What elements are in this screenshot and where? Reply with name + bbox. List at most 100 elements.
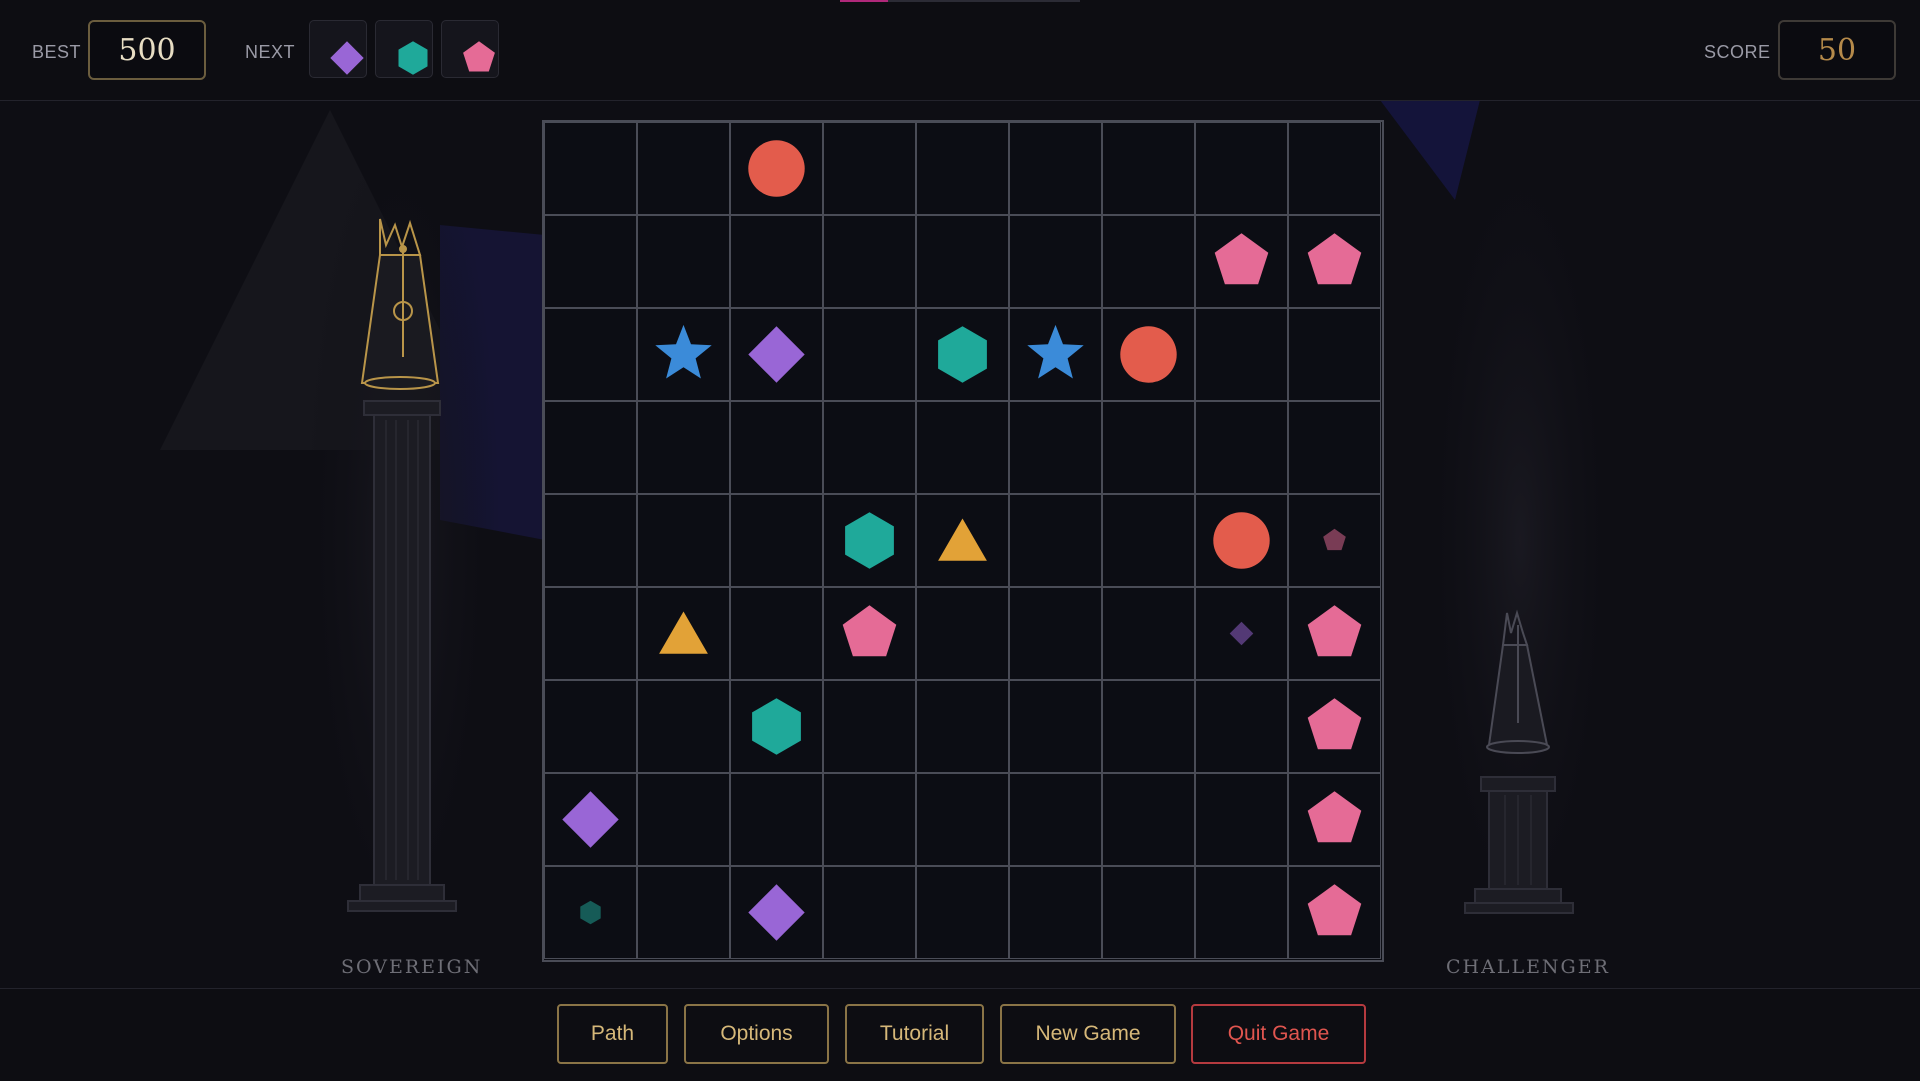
board-cell[interactable] <box>1009 587 1102 680</box>
board-cell[interactable] <box>1288 866 1381 959</box>
options-button[interactable]: Options <box>684 1004 829 1064</box>
board-cell[interactable] <box>1195 401 1288 494</box>
board-cell[interactable] <box>1288 680 1381 773</box>
board-cell[interactable] <box>1288 122 1381 215</box>
board-cell[interactable] <box>1102 122 1195 215</box>
board-cell[interactable] <box>1009 494 1102 587</box>
board-cell[interactable] <box>916 587 1009 680</box>
board-cell[interactable] <box>1009 401 1102 494</box>
board-cell[interactable] <box>1009 866 1102 959</box>
board-cell[interactable] <box>1102 215 1195 308</box>
score-box: 50 <box>1778 20 1896 80</box>
challenger-statue <box>1464 609 1574 914</box>
board-cell[interactable] <box>730 215 823 308</box>
board-cell[interactable] <box>730 587 823 680</box>
board-cell[interactable] <box>637 122 730 215</box>
top-bar: BEST 500 NEXT SCORE 50 <box>0 0 1920 101</box>
board-cell[interactable] <box>916 308 1009 401</box>
board-cell[interactable] <box>637 587 730 680</box>
board-cell[interactable] <box>1195 308 1288 401</box>
board-cell[interactable] <box>1288 401 1381 494</box>
board-cell[interactable] <box>1288 773 1381 866</box>
board-cell[interactable] <box>544 680 637 773</box>
board-cell[interactable] <box>1195 122 1288 215</box>
board-cell[interactable] <box>1102 308 1195 401</box>
board-cell[interactable] <box>823 401 916 494</box>
board-cell[interactable] <box>916 680 1009 773</box>
board-cell[interactable] <box>730 494 823 587</box>
board-cell[interactable] <box>1195 773 1288 866</box>
board-cell[interactable] <box>730 773 823 866</box>
board-cell[interactable] <box>1102 773 1195 866</box>
board-cell[interactable] <box>730 122 823 215</box>
board-cell[interactable] <box>916 494 1009 587</box>
board-cell[interactable] <box>1195 866 1288 959</box>
board-cell[interactable] <box>823 680 916 773</box>
board-cell[interactable] <box>730 401 823 494</box>
board-cell[interactable] <box>1102 866 1195 959</box>
board-cell[interactable] <box>1288 494 1381 587</box>
board-cell[interactable] <box>916 122 1009 215</box>
board-cell[interactable] <box>544 494 637 587</box>
board-cell[interactable] <box>1009 215 1102 308</box>
board-cell[interactable] <box>544 587 637 680</box>
score-label: SCORE <box>1704 42 1771 62</box>
board-cell[interactable] <box>916 866 1009 959</box>
tutorial-button[interactable]: Tutorial <box>845 1004 984 1064</box>
best-label: BEST <box>32 42 82 62</box>
quit-game-button[interactable]: Quit Game <box>1191 1004 1366 1064</box>
board-cell[interactable] <box>730 308 823 401</box>
next-piece-3 <box>441 20 499 78</box>
board-cell[interactable] <box>823 215 916 308</box>
new-game-button[interactable]: New Game <box>1000 1004 1176 1064</box>
best-score-box: 500 <box>88 20 206 80</box>
board-cell[interactable] <box>637 494 730 587</box>
board-cell[interactable] <box>730 866 823 959</box>
path-button[interactable]: Path <box>557 1004 668 1064</box>
board-cell[interactable] <box>823 122 916 215</box>
board-cell[interactable] <box>1288 215 1381 308</box>
board-cell[interactable] <box>544 122 637 215</box>
next-piece-1 <box>309 20 367 78</box>
board-cell[interactable] <box>637 866 730 959</box>
board-cell[interactable] <box>544 401 637 494</box>
game-board <box>542 120 1384 962</box>
board-cell[interactable] <box>1288 587 1381 680</box>
board-cell[interactable] <box>916 215 1009 308</box>
board-cell[interactable] <box>1195 680 1288 773</box>
board-cell[interactable] <box>544 308 637 401</box>
board-cell[interactable] <box>823 773 916 866</box>
board-cell[interactable] <box>544 866 637 959</box>
board-cell[interactable] <box>544 773 637 866</box>
board-cell[interactable] <box>1195 587 1288 680</box>
board-cell[interactable] <box>823 587 916 680</box>
board-cell[interactable] <box>1009 308 1102 401</box>
board-cell[interactable] <box>823 494 916 587</box>
next-piece-2 <box>375 20 433 78</box>
board-cell[interactable] <box>730 680 823 773</box>
board-cell[interactable] <box>1102 494 1195 587</box>
top-accent-highlight <box>840 0 888 2</box>
board-cell[interactable] <box>637 773 730 866</box>
board-cell[interactable] <box>1195 494 1288 587</box>
board-cell[interactable] <box>823 308 916 401</box>
board-cell[interactable] <box>916 773 1009 866</box>
board-cell[interactable] <box>1195 215 1288 308</box>
board-cell[interactable] <box>1102 401 1195 494</box>
board-cell[interactable] <box>637 215 730 308</box>
sovereign-statue <box>347 218 457 912</box>
board-cell[interactable] <box>1009 122 1102 215</box>
board-cell[interactable] <box>1009 680 1102 773</box>
board-cell[interactable] <box>1288 308 1381 401</box>
board-cell[interactable] <box>1102 587 1195 680</box>
board-cell[interactable] <box>1009 773 1102 866</box>
board-cell[interactable] <box>637 308 730 401</box>
board-cell[interactable] <box>637 680 730 773</box>
board-cell[interactable] <box>916 401 1009 494</box>
challenger-label: CHALLENGER <box>1446 956 1610 978</box>
board-cell[interactable] <box>544 215 637 308</box>
board-cell[interactable] <box>823 866 916 959</box>
board-cell[interactable] <box>1102 680 1195 773</box>
next-label: NEXT <box>245 42 296 62</box>
board-cell[interactable] <box>637 401 730 494</box>
